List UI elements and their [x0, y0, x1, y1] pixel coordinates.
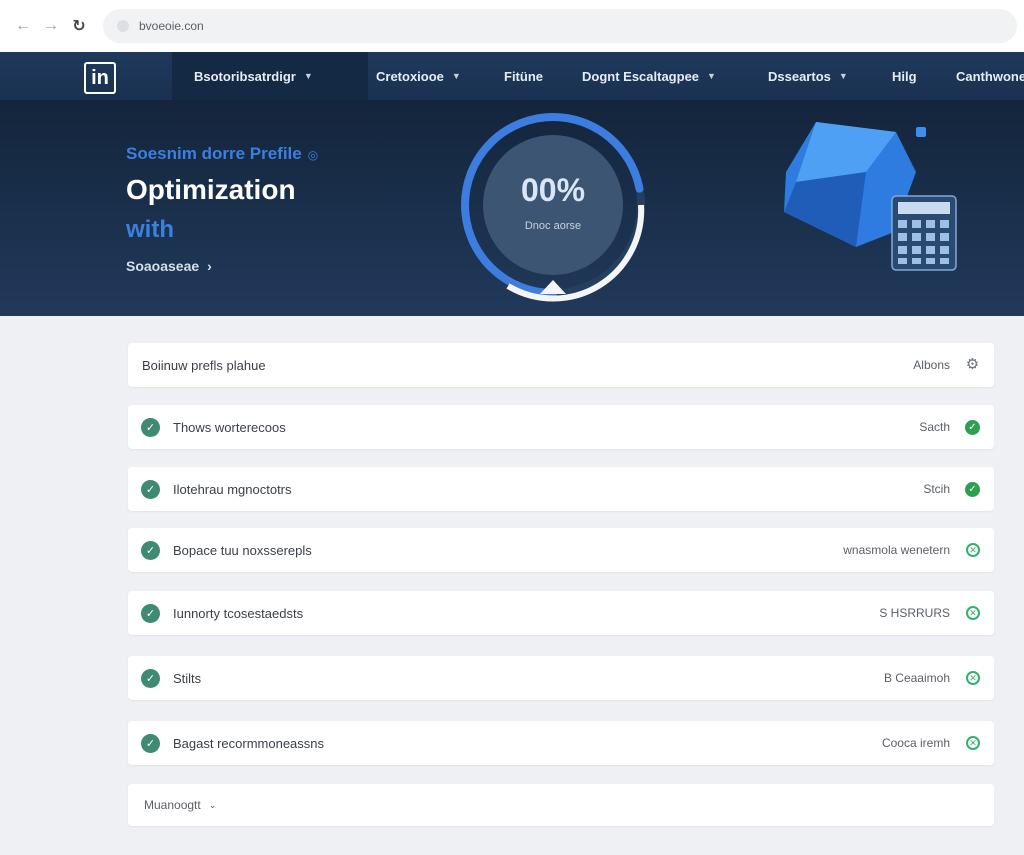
- nav-item-5[interactable]: Hilg: [892, 52, 917, 100]
- sparkle-icon: [916, 127, 926, 137]
- address-bar[interactable]: bvoeoie.con: [103, 9, 1017, 43]
- chevron-down-icon: ▼: [838, 71, 848, 81]
- nav-item-3[interactable]: Dognt Escaltagpee ▼: [582, 52, 716, 100]
- gear-icon[interactable]: ⚙: [965, 356, 980, 373]
- chevron-down-icon: ▼: [707, 71, 716, 81]
- chevron-down-icon: ⌄: [208, 799, 217, 810]
- nav-item-2[interactable]: Fitüne: [504, 52, 543, 100]
- list-item[interactable]: ✓ Bagast recormmoneassns Cooca iremh ✕: [128, 721, 994, 765]
- hero-subtitle: with: [126, 216, 174, 243]
- list-item-label: Stilts: [173, 670, 202, 686]
- list-item[interactable]: ✓ Stilts B Ceaaimoh ✕: [128, 656, 994, 700]
- browser-toolbar: ← → ↻ bvoeoie.con: [0, 0, 1024, 52]
- reload-icon[interactable]: ↻: [68, 15, 90, 37]
- list-item-status: Stcih: [923, 482, 950, 496]
- list-item-label: Bopace tuu noxsserepls: [173, 542, 312, 558]
- hero-banner: Soesnim dorre Prefile ◎ Optimization with…: [0, 100, 1024, 316]
- list-item[interactable]: ✓ Ilotehrau mgnoctotrs Stcih ✓: [128, 467, 994, 511]
- list-item[interactable]: Boiinuw prefls plahue Albons ⚙: [128, 343, 994, 387]
- pending-icon: ✕: [966, 543, 980, 557]
- url-text: bvoeoie.con: [139, 19, 204, 33]
- list-item[interactable]: ✓ Iunnorty tcosestaedsts S HSRRURS ✕: [128, 591, 994, 635]
- site-info-icon[interactable]: [117, 20, 129, 32]
- chevron-down-icon: ◎: [307, 148, 319, 162]
- check-circle-icon: ✓: [141, 480, 160, 499]
- list-item-status: Sacth: [919, 420, 950, 434]
- list-item-status: Albons: [913, 358, 950, 372]
- hero-cta-link[interactable]: Soaoaseae ›: [126, 258, 212, 274]
- chevron-down-icon: ▼: [451, 71, 461, 81]
- list-item-label: Bagast recormmoneassns: [173, 735, 325, 751]
- nav-item-4[interactable]: Dsseartos ▼: [768, 52, 848, 100]
- back-icon[interactable]: ←: [12, 15, 34, 37]
- hero-eyebrow[interactable]: Soesnim dorre Prefile ◎: [126, 144, 318, 164]
- gauge-pointer-icon: [540, 280, 566, 294]
- nav-item-0[interactable]: Bsotoribsatrdigr ▼: [172, 52, 368, 100]
- top-navigation: in Bsotoribsatrdigr ▼ Cretoxiooe ▼ Fitüne …: [0, 52, 1024, 100]
- check-icon: ✓: [965, 420, 980, 435]
- check-circle-icon: ✓: [141, 734, 160, 753]
- pending-icon: ✕: [966, 736, 980, 750]
- calculator-screen: [898, 202, 950, 214]
- gauge-value: 00%: [520, 172, 586, 208]
- list-item-label: Ilotehrau mgnoctotrs: [173, 481, 292, 497]
- check-circle-icon: ✓: [141, 604, 160, 623]
- chevron-down-icon: ▼: [303, 71, 313, 81]
- profile-illustration: [784, 122, 957, 271]
- nav-item-6[interactable]: Canthwone: [956, 52, 1024, 100]
- pending-icon: ✕: [966, 606, 980, 620]
- check-circle-icon: ✓: [141, 541, 160, 560]
- check-circle-icon: ✓: [141, 669, 160, 688]
- list-item-status: Cooca iremh: [881, 736, 950, 750]
- forward-icon[interactable]: →: [40, 15, 62, 37]
- linkedin-logo-icon[interactable]: in: [84, 62, 116, 94]
- list-item-status: wnasmola wenetern: [843, 543, 950, 557]
- list-item-label: Boiinuw prefls plahue: [142, 357, 266, 373]
- pending-icon: ✕: [966, 671, 980, 685]
- list-item-label: Iunnorty tcosestaedsts: [173, 605, 304, 621]
- hero-title: Optimization: [126, 174, 296, 205]
- gem-facet: [784, 172, 866, 247]
- show-more-button[interactable]: Muanoogtt ⌄: [128, 784, 994, 826]
- nav-item-1[interactable]: Cretoxiooe ▼: [376, 52, 461, 100]
- chevron-right-icon: ›: [207, 258, 212, 274]
- check-circle-icon: ✓: [141, 418, 160, 437]
- list-item-status: S HSRRURS: [879, 606, 950, 620]
- gauge-caption: Dnoc aorse: [524, 220, 582, 232]
- check-icon: ✓: [965, 482, 980, 497]
- list-item-status: B Ceaaimoh: [883, 671, 950, 685]
- list-item[interactable]: ✓ Thows worterecoos Sacth ✓: [128, 405, 994, 449]
- list-item-label: Thows worterecoos: [173, 419, 286, 435]
- list-item[interactable]: ✓ Bopace tuu noxsserepls wnasmola wenete…: [128, 528, 994, 572]
